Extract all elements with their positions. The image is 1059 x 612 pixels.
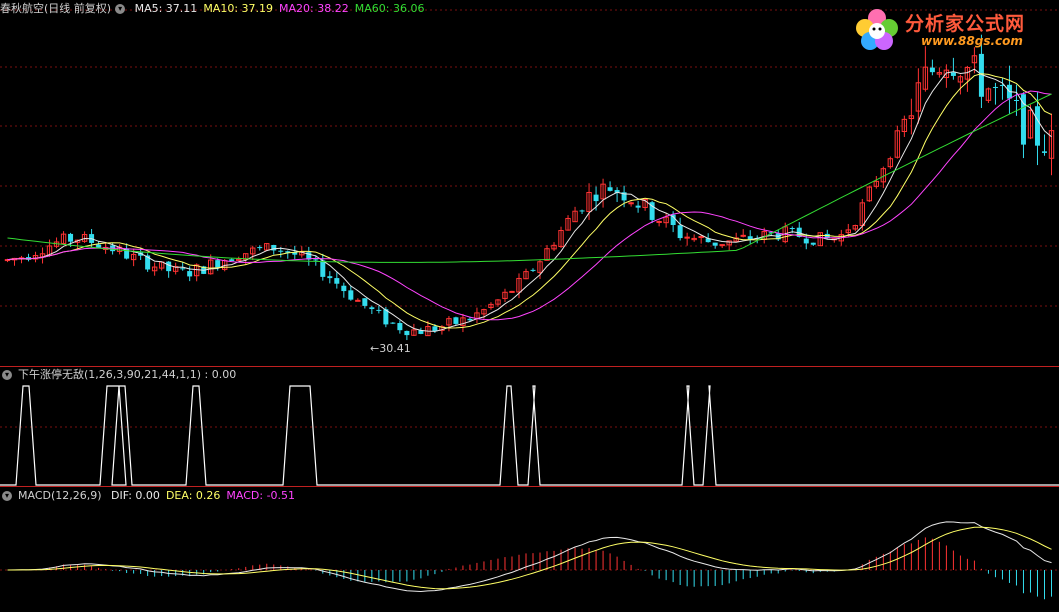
candle-body-up — [684, 236, 690, 239]
candle-body-down — [992, 86, 998, 88]
candle-body-down — [950, 72, 956, 76]
ma-value-1: MA10: 37.19 — [203, 2, 274, 15]
candle-body-down — [453, 317, 459, 324]
candle-body-down — [1020, 94, 1026, 145]
logo-url: www.88gs.com — [921, 34, 1023, 48]
ma20-line — [7, 90, 1052, 321]
candle-body-down — [313, 259, 319, 261]
macd-value-0: DIF: 0.00 — [111, 489, 160, 502]
candle-body-up — [355, 299, 361, 302]
candle-body-down — [397, 323, 403, 331]
candle-body-down — [677, 225, 683, 239]
flower-logo-icon — [856, 9, 898, 50]
candle-body-down — [376, 309, 382, 311]
candle-body-down — [810, 242, 816, 245]
candle-body-up — [628, 202, 634, 205]
settings-circle-icon[interactable]: ▾ — [115, 4, 126, 14]
candle-body-down — [187, 271, 193, 277]
ma10-line — [7, 73, 1052, 329]
candle-body-down — [712, 242, 718, 246]
candle-body-down — [362, 298, 368, 306]
stock-chart-canvas[interactable]: ←30.41 — [0, 0, 1059, 612]
low-price-label: ←30.41 — [370, 342, 411, 355]
candle-body-up — [698, 236, 704, 239]
candle-body-down — [530, 269, 536, 271]
indicator-header: ▾ 下午涨停无敌(1,26,3,90,21,44,1,1) : 0.00 — [0, 366, 242, 384]
candle-body-down — [1013, 100, 1019, 102]
candle-body-down — [166, 261, 172, 272]
candle-body-down — [257, 247, 263, 249]
candle-body-down — [1034, 106, 1040, 146]
candle-body-down — [369, 307, 375, 310]
candle-body-up — [656, 220, 662, 223]
candle-body-down — [1041, 151, 1047, 153]
macd-title: MACD(12,26,9) — [18, 489, 102, 502]
candle-body-down — [803, 238, 809, 244]
ma-value-2: MA20: 38.22 — [279, 2, 349, 15]
candle-body-down — [68, 233, 74, 242]
signal-line — [0, 385, 1059, 486]
candle-body-down — [327, 276, 333, 279]
candle-body-down — [789, 228, 795, 230]
candle-body-down — [334, 278, 340, 284]
ma60-line — [7, 93, 1052, 263]
macd-value-2: MACD: -0.51 — [226, 489, 296, 502]
indicator-title: 下午涨停无敌(1,26,3,90,21,44,1,1) : 0.00 — [18, 368, 237, 381]
candle-body-down — [348, 290, 354, 300]
logo-title: 分析家公式网 — [905, 13, 1026, 35]
candle-body-down — [467, 318, 473, 321]
candle-body-down — [341, 285, 347, 292]
candle-body-down — [278, 250, 284, 252]
macd-dif-line — [7, 521, 1052, 593]
candle-body-down — [229, 259, 235, 261]
settings-circle-icon[interactable]: ▾ — [2, 370, 12, 380]
candle-body-down — [96, 244, 102, 248]
candle-body-up — [740, 234, 746, 237]
candle-body-up — [509, 290, 515, 293]
candle-body-down — [607, 187, 613, 191]
candle-body-down — [215, 260, 221, 268]
stock-name: 春秋航空(日线 前复权) — [0, 2, 112, 15]
candle-body-down — [320, 260, 326, 277]
candle-body-down — [579, 210, 585, 212]
ma-value-0: MA5: 37.11 — [134, 2, 198, 15]
main-chart-header: 春秋航空(日线 前复权) ▾ MA5: 37.11 MA10: 37.19 MA20:… — [0, 0, 436, 18]
macd-dea-line — [7, 526, 1052, 590]
candle-body-down — [929, 67, 935, 73]
candle-body-down — [635, 205, 641, 208]
candle-body-down — [180, 268, 186, 270]
candle-body-down — [404, 330, 410, 336]
settings-circle-icon[interactable]: ▾ — [2, 491, 12, 501]
ma-value-3: MA60: 36.06 — [354, 2, 425, 15]
macd-header: ▾ MACD(12,26,9) DIF: 0.00 DEA: 0.26 MACD: -… — [0, 487, 307, 505]
site-logo: 分析家公式网 www.88gs.com — [851, 6, 1051, 54]
macd-value-1: DEA: 0.26 — [165, 489, 221, 502]
candle-body-down — [390, 322, 396, 324]
candle-body-up — [719, 244, 725, 247]
candle-body-down — [593, 194, 599, 202]
